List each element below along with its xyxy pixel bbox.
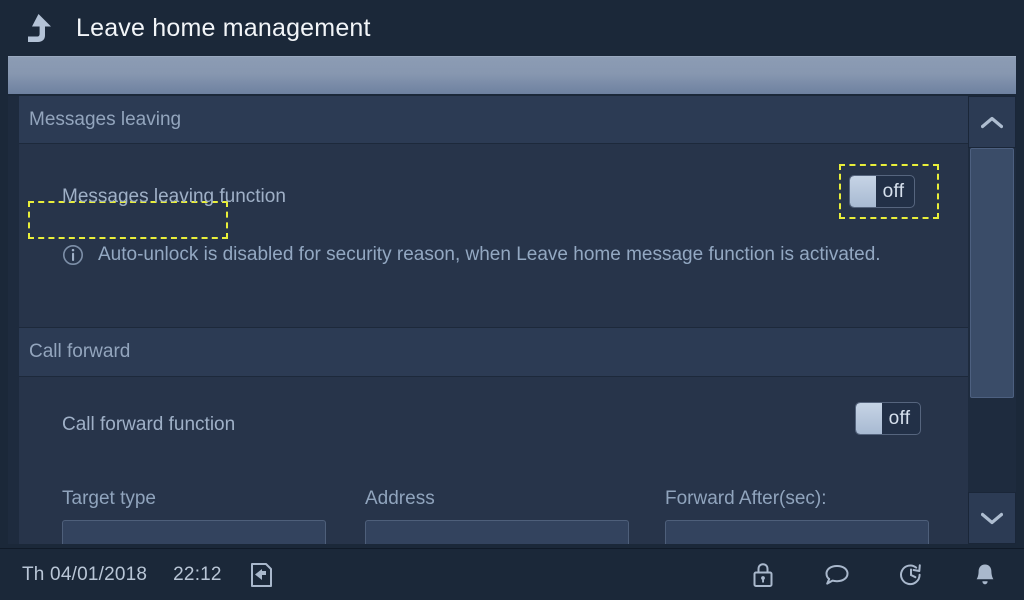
- chevron-down-icon: [981, 512, 1003, 524]
- status-bar: Th 04/01/2018 22:12: [0, 548, 1024, 600]
- scroll-down-button[interactable]: [968, 492, 1016, 544]
- section-header-call-forward[interactable]: Call forward: [19, 328, 968, 376]
- toggle-knob: [850, 176, 876, 207]
- divider-1: [19, 143, 968, 144]
- section-header-messages-leaving[interactable]: Messages leaving: [19, 96, 968, 144]
- scrollbar-thumb[interactable]: [970, 148, 1014, 398]
- field-input-target-type[interactable]: [62, 520, 326, 544]
- message-bubble-icon[interactable]: [824, 561, 850, 589]
- status-date: Th 04/01/2018: [22, 564, 148, 585]
- field-address: Address: [365, 488, 629, 544]
- status-time: 22:12: [173, 564, 222, 585]
- label-messages-leaving-function: Messages leaving function: [62, 186, 286, 207]
- bell-icon[interactable]: [972, 561, 998, 589]
- lock-icon[interactable]: [750, 561, 776, 589]
- field-label-address: Address: [365, 488, 435, 509]
- row-messages-leaving-function[interactable]: Messages leaving function: [19, 176, 968, 218]
- info-note-text: Auto-unlock is disabled for security rea…: [98, 244, 881, 265]
- info-circle-icon: [63, 245, 83, 265]
- info-note-messages-leaving: Auto-unlock is disabled for security rea…: [62, 240, 952, 269]
- section-title-call-forward: Call forward: [29, 341, 131, 362]
- divider-3: [19, 376, 968, 377]
- field-input-forward-after[interactable]: [665, 520, 929, 544]
- label-call-forward-function: Call forward function: [62, 414, 236, 435]
- up-arrow-return-icon[interactable]: [22, 11, 56, 45]
- leave-home-management-screen: Leave home management Messages leaving M…: [0, 0, 1024, 600]
- toggle-state-label: off: [888, 407, 911, 429]
- toggle-knob: [856, 403, 882, 434]
- scrollbar-track[interactable]: [968, 148, 1016, 492]
- field-input-address[interactable]: [365, 520, 629, 544]
- status-bar-left: Th 04/01/2018 22:12: [22, 549, 274, 600]
- section-title-messages-leaving: Messages leaving: [29, 109, 182, 130]
- status-bar-right: [750, 549, 998, 600]
- toggle-call-forward-function[interactable]: off: [855, 402, 921, 435]
- page-title: Leave home management: [76, 13, 371, 42]
- app-header: Leave home management: [0, 0, 1024, 56]
- field-forward-after: Forward After(sec):: [665, 488, 929, 544]
- field-label-forward-after: Forward After(sec):: [665, 488, 827, 509]
- settings-panel: Messages leaving Messages leaving functi…: [8, 96, 1016, 544]
- toolbar-gradient-bar: [8, 56, 1016, 94]
- toggle-state-label: off: [882, 180, 905, 202]
- panel-left-rail: [8, 96, 19, 544]
- field-target-type: Target type: [62, 488, 326, 544]
- field-label-target-type: Target type: [62, 488, 156, 509]
- chevron-up-icon: [981, 116, 1003, 128]
- scroll-up-button[interactable]: [968, 96, 1016, 148]
- toggle-messages-leaving-function[interactable]: off: [849, 175, 915, 208]
- history-clock-icon[interactable]: [898, 561, 924, 589]
- row-call-forward-function[interactable]: Call forward function: [19, 404, 968, 446]
- leave-home-door-icon[interactable]: [248, 561, 274, 589]
- vertical-scrollbar[interactable]: [968, 96, 1016, 544]
- settings-panel-content: Messages leaving Messages leaving functi…: [8, 96, 968, 544]
